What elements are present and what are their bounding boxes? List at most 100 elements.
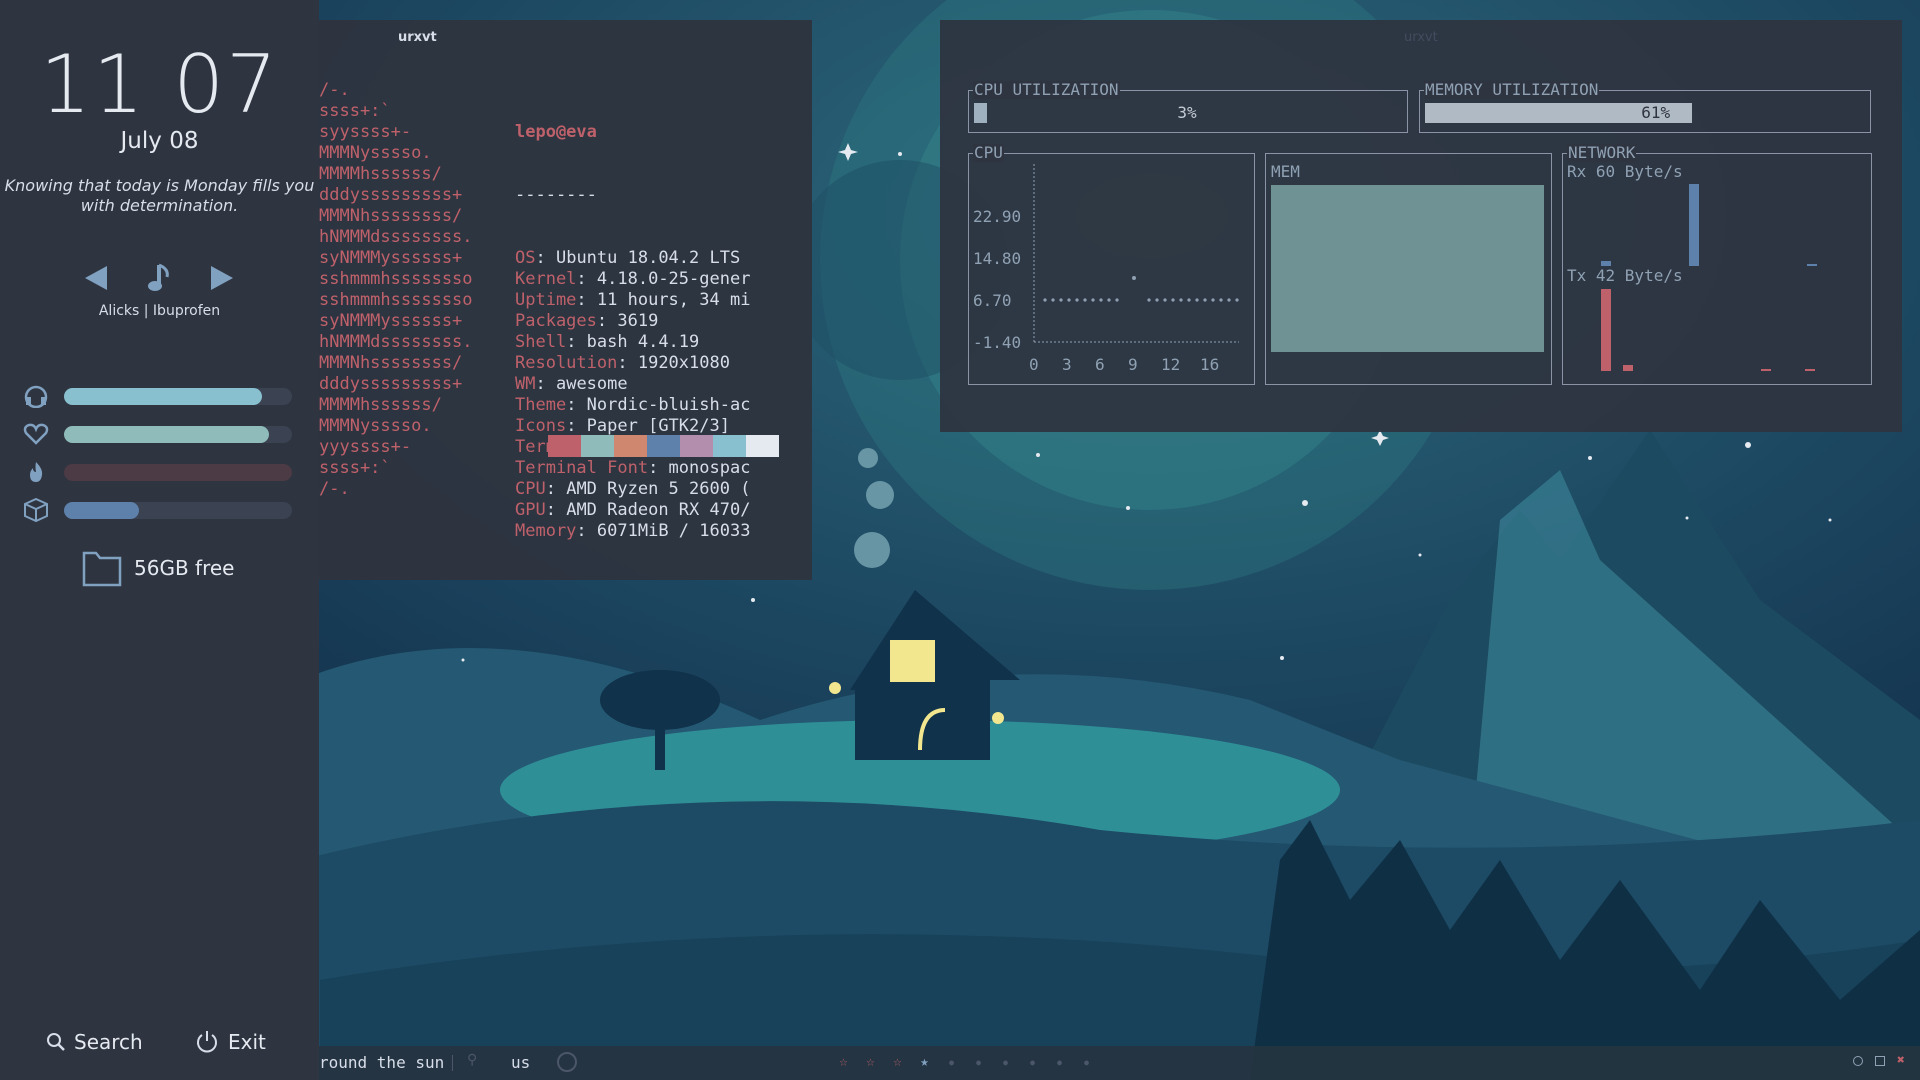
workspace-tag-empty[interactable]: ● bbox=[965, 1054, 992, 1072]
workspace-tag[interactable]: ☆ bbox=[884, 1054, 911, 1072]
cpu-point bbox=[1235, 298, 1239, 302]
network-panel: NETWORK Rx 60 Byte/s Tx 42 Byte/s bbox=[1562, 144, 1872, 385]
logo-line: dddysssssssss+ bbox=[319, 374, 463, 394]
health-bar-fill bbox=[64, 426, 270, 443]
workspace-tag[interactable]: ☆ bbox=[857, 1054, 884, 1072]
network-tx-bar bbox=[1601, 289, 1611, 371]
logo-line: MMMMhssssss/ bbox=[319, 164, 442, 184]
cpu-x-tick: 16 bbox=[1200, 355, 1219, 374]
color-swatch bbox=[614, 435, 647, 457]
next-button[interactable] bbox=[202, 258, 242, 298]
info-key: Terminal Font bbox=[515, 458, 649, 478]
volume-bar[interactable] bbox=[64, 388, 292, 405]
network-tx-label: Tx 42 Byte/s bbox=[1567, 266, 1683, 285]
cpu-x-tick: 0 bbox=[1029, 355, 1039, 374]
info-line: Icons: Paper [GTK2/3] bbox=[515, 416, 730, 436]
logo-line: ssss+:` bbox=[319, 458, 391, 478]
cpu-x-tick: 12 bbox=[1161, 355, 1180, 374]
cpu-point bbox=[1203, 298, 1207, 302]
cpu-point bbox=[1067, 298, 1071, 302]
info-line: OS: Ubuntu 18.04.2 LTS bbox=[515, 248, 741, 268]
logo-line: MMMMhssssss/ bbox=[319, 395, 442, 415]
close-icon[interactable]: ✖ bbox=[1897, 1053, 1905, 1068]
cpu-point bbox=[1227, 298, 1231, 302]
info-key: GPU bbox=[515, 500, 546, 520]
disk-space-label: 56GB free bbox=[134, 556, 235, 580]
workspace-tag[interactable]: ☆ bbox=[830, 1054, 857, 1072]
info-key: Kernel bbox=[515, 269, 577, 289]
workspace-tag-empty[interactable]: ● bbox=[1073, 1054, 1100, 1072]
cpu-graph-panel: CPU 22.90 14.80 6.70 -1.40 0 3 6 9 12 16 bbox=[968, 144, 1255, 385]
logo-line: syyssss+- bbox=[319, 122, 412, 142]
logo-line: hNMMMdssssssss. bbox=[319, 332, 473, 352]
clock: 11 07 bbox=[0, 38, 319, 131]
disk-space[interactable]: 56GB free bbox=[82, 548, 234, 588]
workspace-tag-empty[interactable]: ● bbox=[938, 1054, 965, 1072]
search-button[interactable]: Search bbox=[46, 1028, 143, 1056]
terminal-titlebar[interactable]: urxvt bbox=[319, 20, 812, 58]
media-controls bbox=[0, 258, 319, 298]
music-note-icon bbox=[148, 263, 169, 291]
workspace-tag[interactable]: ★ bbox=[911, 1054, 938, 1072]
status-bar: round the sun ⚲ us ☆ ☆ ☆ ★ ● ● ● ● ● ● ✖ bbox=[319, 1046, 1920, 1080]
info-value: Ubuntu 18.04.2 LTS bbox=[555, 248, 741, 268]
minimize-icon[interactable] bbox=[1853, 1056, 1863, 1066]
system-monitor-window[interactable]: urxvt CPU UTILIZATION 3% MEMORY UTILIZAT… bbox=[940, 20, 1902, 432]
cpu-point bbox=[1099, 298, 1103, 302]
music-note-button[interactable] bbox=[140, 258, 180, 298]
info-key: Uptime bbox=[515, 290, 577, 310]
network-rx-bar bbox=[1807, 264, 1817, 266]
cpu-y-tick: 14.80 bbox=[973, 249, 1021, 268]
headphones-icon bbox=[20, 384, 52, 408]
temperature-bar bbox=[64, 464, 292, 481]
keyboard-layout[interactable]: us bbox=[511, 1053, 530, 1072]
info-value: 3619 bbox=[617, 311, 659, 331]
packages-bar-fill bbox=[64, 502, 140, 519]
network-rx-bar bbox=[1689, 184, 1699, 266]
info-value: 11 hours, 34 mi bbox=[596, 290, 751, 310]
info-line: WM: awesome bbox=[515, 374, 628, 394]
info-key: Icons bbox=[515, 416, 567, 436]
cpu-graph: 22.90 14.80 6.70 -1.40 0 3 6 9 12 16 bbox=[973, 164, 1239, 374]
search-icon[interactable]: ⚲ bbox=[467, 1052, 477, 1068]
user-host: lepo@eva bbox=[515, 122, 597, 142]
previous-button[interactable] bbox=[76, 258, 116, 298]
logo-line: sshmmmhssssssso bbox=[319, 269, 473, 289]
packages-meter bbox=[20, 498, 300, 522]
cpu-x-tick: 3 bbox=[1062, 355, 1072, 374]
cpu-point bbox=[1195, 298, 1199, 302]
exit-button[interactable]: Exit bbox=[194, 1028, 266, 1056]
logo-line: sshmmmhssssssso bbox=[319, 290, 473, 310]
info-key: Memory bbox=[515, 521, 577, 541]
cpu-utilization-panel: CPU UTILIZATION 3% bbox=[968, 81, 1408, 133]
logo-line: dddysssssssss+ bbox=[319, 185, 463, 205]
workspace-tag-empty[interactable]: ● bbox=[1046, 1054, 1073, 1072]
exit-label: Exit bbox=[228, 1030, 266, 1054]
info-line: Uptime: 11 hours, 34 mi bbox=[515, 290, 751, 310]
power-icon bbox=[197, 1031, 217, 1053]
cpu-point bbox=[1171, 298, 1175, 302]
cpu-x-tick: 9 bbox=[1128, 355, 1138, 374]
cpu-point bbox=[1211, 298, 1215, 302]
info-key: CPU bbox=[515, 479, 546, 499]
workspace-tag-empty[interactable]: ● bbox=[1019, 1054, 1046, 1072]
heart-icon bbox=[20, 422, 52, 446]
cpu-point bbox=[1107, 298, 1111, 302]
volume-bar-fill bbox=[64, 388, 263, 405]
maximize-icon[interactable] bbox=[1875, 1056, 1885, 1066]
cpu-point bbox=[1059, 298, 1063, 302]
layout-icon[interactable] bbox=[557, 1052, 577, 1072]
daily-quote: Knowing that today is Monday fills you w… bbox=[4, 176, 315, 215]
info-value: AMD Ryzen 5 2600 ( bbox=[566, 479, 751, 499]
info-line: Terminal Font: monospac bbox=[515, 458, 751, 478]
info-key: Packages bbox=[515, 311, 597, 331]
cpu-point bbox=[1075, 298, 1079, 302]
logo-line: MMMNysssso. bbox=[319, 416, 432, 436]
info-value: awesome bbox=[555, 374, 628, 394]
color-swatch bbox=[647, 435, 680, 457]
workspace-tag-empty[interactable]: ● bbox=[992, 1054, 1019, 1072]
cpu-series bbox=[1043, 276, 1239, 302]
network-tx-bar bbox=[1623, 365, 1633, 371]
health-meter bbox=[20, 422, 300, 446]
terminal-window[interactable]: urxvt /-. ssss+:` syyssss+- MMMNysssso. MMMM… bbox=[319, 20, 812, 580]
